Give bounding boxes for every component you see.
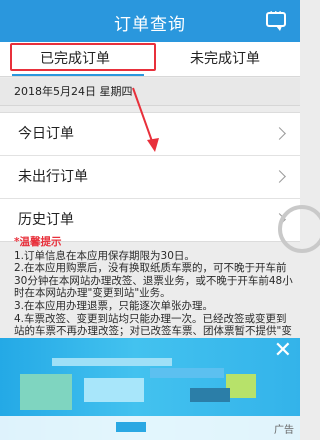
list-item-label: 今日订单 bbox=[18, 126, 74, 142]
ad-graphic bbox=[116, 422, 146, 432]
chevron-right-icon bbox=[273, 170, 286, 183]
list-item-label: 未出行订单 bbox=[18, 169, 88, 185]
tab-pending-orders[interactable]: 未完成订单 bbox=[150, 42, 300, 76]
notice-item: 2.在本应用购票后，没有换取纸质车票的，可不晚于开车前30分钟在本网站办理改签、… bbox=[14, 262, 293, 300]
notice-item: 1.订单信息在本应用保存期限为30日。 bbox=[14, 249, 195, 262]
ad-graphic bbox=[20, 374, 72, 410]
ad-banner[interactable]: ✕ 广告 bbox=[0, 338, 300, 440]
ad-graphic bbox=[84, 378, 144, 402]
list-item-history-orders[interactable]: 历史订单 bbox=[0, 199, 300, 241]
page-title: 订单查询 bbox=[114, 15, 186, 35]
notice-section: *温馨提示 1.订单信息在本应用保存期限为30日。 2.在本应用购票后，没有换取… bbox=[14, 236, 294, 350]
ad-graphic bbox=[226, 374, 256, 398]
ad-graphic bbox=[150, 368, 224, 378]
list-item-upcoming-orders[interactable]: 未出行订单 bbox=[0, 156, 300, 199]
notice-title: *温馨提示 bbox=[14, 236, 62, 248]
ad-graphic bbox=[0, 416, 300, 440]
chevron-right-icon bbox=[273, 127, 286, 140]
app-header: 订单查询 bbox=[0, 0, 300, 42]
close-icon[interactable]: ✕ bbox=[274, 340, 292, 362]
tab-highlight-box bbox=[10, 43, 156, 71]
ad-graphic bbox=[190, 388, 230, 402]
ad-graphic bbox=[52, 358, 172, 366]
ad-tag: 广告 bbox=[274, 425, 294, 436]
list-item-label: 历史订单 bbox=[18, 212, 74, 228]
notice-item: 3.在本应用办理退票，只能逐次单张办理。 bbox=[14, 299, 214, 312]
red-arrow-icon bbox=[132, 87, 159, 152]
chat-icon[interactable] bbox=[266, 5, 286, 31]
